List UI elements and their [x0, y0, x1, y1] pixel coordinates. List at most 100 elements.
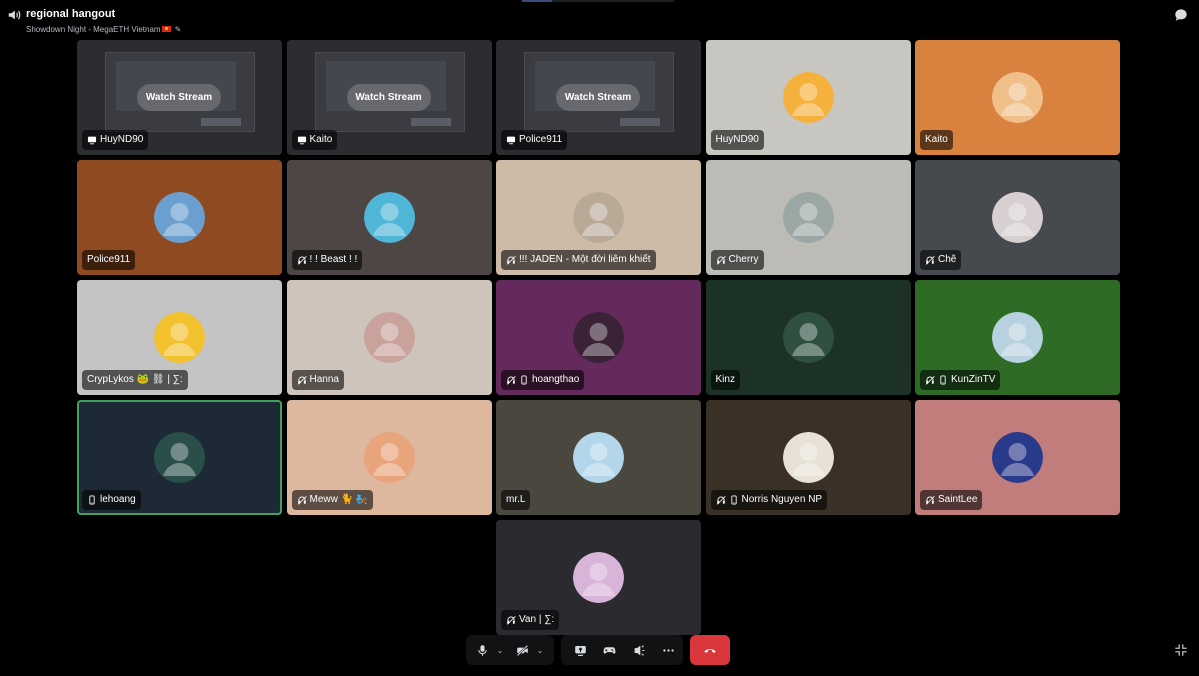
watch-stream-button[interactable]: Watch Stream: [346, 84, 431, 111]
stream-tile[interactable]: Watch Stream HuyND90: [77, 40, 282, 155]
participant-name-label: HuyND90: [710, 130, 764, 150]
avatar: [782, 192, 834, 243]
participant-tile[interactable]: Kinz: [705, 280, 911, 395]
channel-title: regional hangout: [26, 8, 116, 20]
chat-icon[interactable]: [1174, 8, 1188, 22]
participant-tile[interactable]: SaintLee: [915, 400, 1120, 515]
participant-name: Kaito: [925, 134, 948, 145]
soundboard-button[interactable]: [624, 635, 654, 665]
participant-name-label: Police911: [82, 250, 136, 270]
exit-fullscreen-icon[interactable]: [1174, 643, 1188, 657]
participant-name-label: hoangthao: [501, 370, 585, 390]
participant-tile[interactable]: hoangthao: [496, 280, 701, 395]
more-options-button[interactable]: [654, 635, 682, 665]
participant-name: Chê: [938, 254, 957, 265]
participant-name: Police911: [519, 134, 563, 145]
participant-tile[interactable]: Cherry: [705, 160, 911, 275]
stream-tile[interactable]: Watch Stream Police911: [496, 40, 701, 155]
participant-name: !!! JADEN - Một đời liêm khiết: [519, 254, 651, 265]
participant-name-label: !!! JADEN - Một đời liêm khiết: [501, 250, 656, 270]
avatar: [573, 552, 624, 603]
participant-tile[interactable]: mr.L: [496, 400, 701, 515]
disconnect-button[interactable]: [690, 635, 730, 665]
participant-name: Police911: [87, 254, 131, 265]
gamepad-icon: [603, 646, 615, 654]
avatar: [363, 432, 415, 483]
participant-name-label: ! ! Beast ! !: [291, 250, 363, 270]
participant-tile[interactable]: Police911: [77, 160, 282, 275]
participant-name-label: SaintLee: [920, 490, 983, 510]
participant-name: Kaito: [309, 134, 333, 145]
participant-tile[interactable]: lehoang: [77, 400, 282, 515]
participant-tile[interactable]: CrypLykos 🐸 ⛓ | ∑:: [77, 280, 282, 395]
participant-name-label: Cherry: [710, 250, 764, 270]
call-controls: ⌄ ⌄: [0, 632, 1199, 672]
participant-tile[interactable]: KunZinTV: [915, 280, 1120, 395]
participant-name-label: Hanna: [291, 370, 344, 390]
deafened-icon: [925, 255, 935, 265]
screen-share-icon: [87, 135, 97, 145]
activity-controls: [561, 635, 683, 665]
channel-status[interactable]: Showdown Night - MegaETH Vietnam ✎: [26, 25, 181, 34]
participant-name-label: Police911: [501, 130, 568, 150]
screen-share-icon: [297, 135, 307, 145]
channel-status-text: Showdown Night - MegaETH Vietnam: [26, 25, 161, 34]
participant-name: hoangthao: [532, 374, 580, 385]
avatar: [782, 72, 834, 123]
watch-stream-button[interactable]: Watch Stream: [137, 84, 221, 111]
participant-name: mr.L: [506, 494, 526, 505]
participant-name-label: lehoang: [82, 490, 141, 510]
participant-name: ! ! Beast ! !: [309, 254, 358, 265]
pencil-icon[interactable]: ✎: [175, 25, 182, 34]
participant-tile[interactable]: ! ! Beast ! !: [286, 160, 492, 275]
participant-name: KunZinTV: [951, 374, 996, 385]
avatar: [573, 192, 624, 243]
mic-button[interactable]: [471, 635, 493, 665]
participant-tile[interactable]: HuyND90: [705, 40, 911, 155]
participant-name-label: Chê: [920, 250, 962, 270]
deafened-icon: [925, 375, 935, 385]
deafened-icon: [297, 375, 307, 385]
deafened-icon: [925, 495, 935, 505]
share-screen-button[interactable]: [566, 635, 594, 665]
mobile-phone-icon: [519, 375, 529, 385]
soundboard-icon: [634, 644, 644, 656]
camera-options-chevron-icon[interactable]: ⌄: [533, 635, 547, 665]
participant-name-label: CrypLykos 🐸 ⛓ | ∑:: [82, 370, 188, 390]
stream-tile[interactable]: Watch Stream Kaito: [286, 40, 492, 155]
participant-tile[interactable]: Chê: [915, 160, 1120, 275]
microphone-icon: [477, 644, 487, 656]
participant-name: HuyND90: [100, 134, 144, 145]
mic-options-chevron-icon[interactable]: ⌄: [493, 635, 507, 665]
participant-tile[interactable]: Meww 🐈 🧞: [286, 400, 492, 515]
activities-button[interactable]: [594, 635, 624, 665]
participant-name-label: Meww 🐈 🧞: [291, 490, 374, 510]
avatar: [154, 432, 205, 483]
participant-tile[interactable]: !!! JADEN - Một đời liêm khiết: [496, 160, 701, 275]
avatar: [363, 192, 415, 243]
participant-tile[interactable]: Van | ∑:: [496, 520, 701, 635]
avatar: [992, 192, 1043, 243]
avatar: [154, 192, 205, 243]
participant-name: HuyND90: [715, 134, 759, 145]
participant-tile[interactable]: Hanna: [286, 280, 492, 395]
participant-tile[interactable]: Kaito: [915, 40, 1120, 155]
avatar: [573, 312, 624, 363]
mobile-phone-icon: [87, 495, 97, 505]
share-screen-icon: [574, 645, 586, 656]
avatar: [782, 432, 834, 483]
screen-share-icon: [506, 135, 516, 145]
watch-stream-button[interactable]: Watch Stream: [556, 84, 640, 111]
deafened-icon: [716, 495, 726, 505]
participant-name: Van | ∑:: [519, 614, 555, 625]
avatar: [782, 312, 834, 363]
speaker-icon: [8, 10, 21, 20]
participant-grid: Watch Stream HuyND90 Watch Stream Kaito Watc…: [77, 40, 1121, 636]
participant-name-label: mr.L: [501, 490, 531, 510]
participant-tile[interactable]: Norris Nguyen NP: [705, 400, 911, 515]
deafened-icon: [506, 255, 516, 265]
participant-name-label: Van | ∑:: [501, 610, 560, 630]
participant-name: SaintLee: [938, 494, 978, 505]
camera-button[interactable]: [511, 635, 533, 665]
participant-name-label: Norris Nguyen NP: [710, 490, 828, 510]
